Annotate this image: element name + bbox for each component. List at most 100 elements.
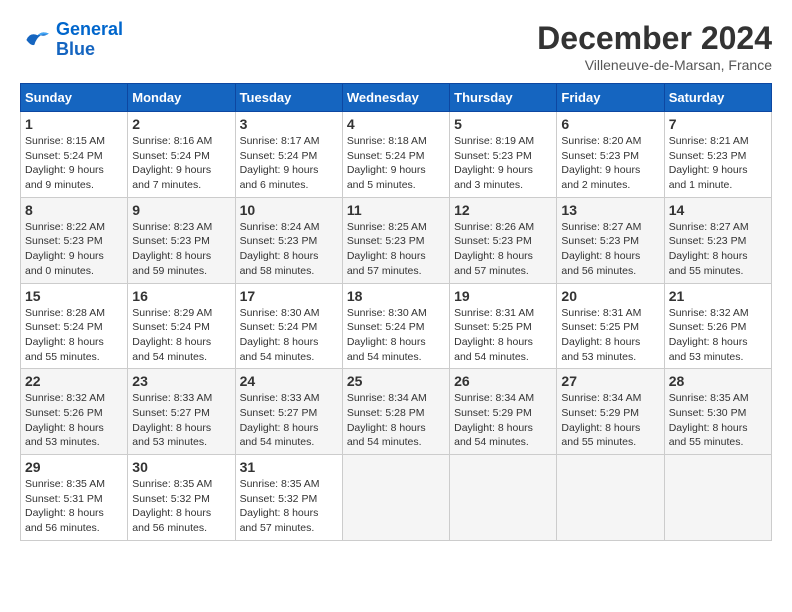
calendar-cell: 17 Sunrise: 8:30 AM Sunset: 5:24 PM Dayli… (235, 283, 342, 369)
day-number: 6 (561, 116, 659, 132)
day-info: Sunrise: 8:30 AM Sunset: 5:24 PM Dayligh… (240, 306, 338, 365)
calendar-cell: 20 Sunrise: 8:31 AM Sunset: 5:25 PM Dayli… (557, 283, 664, 369)
day-info: Sunrise: 8:35 AM Sunset: 5:30 PM Dayligh… (669, 391, 767, 450)
day-info: Sunrise: 8:30 AM Sunset: 5:24 PM Dayligh… (347, 306, 445, 365)
day-info: Sunrise: 8:17 AM Sunset: 5:24 PM Dayligh… (240, 134, 338, 193)
header-tuesday: Tuesday (235, 84, 342, 112)
calendar-cell (557, 455, 664, 541)
day-number: 15 (25, 288, 123, 304)
calendar-cell: 11 Sunrise: 8:25 AM Sunset: 5:23 PM Dayli… (342, 197, 449, 283)
calendar-week-5: 29 Sunrise: 8:35 AM Sunset: 5:31 PM Dayli… (21, 455, 772, 541)
logo-icon (20, 24, 52, 56)
day-number: 18 (347, 288, 445, 304)
calendar-cell: 2 Sunrise: 8:16 AM Sunset: 5:24 PM Daylig… (128, 112, 235, 198)
day-info: Sunrise: 8:33 AM Sunset: 5:27 PM Dayligh… (132, 391, 230, 450)
calendar-cell: 22 Sunrise: 8:32 AM Sunset: 5:26 PM Dayli… (21, 369, 128, 455)
logo-text: General Blue (56, 20, 123, 60)
day-number: 23 (132, 373, 230, 389)
logo: General Blue (20, 20, 123, 60)
day-number: 2 (132, 116, 230, 132)
calendar-cell: 25 Sunrise: 8:34 AM Sunset: 5:28 PM Dayli… (342, 369, 449, 455)
day-number: 20 (561, 288, 659, 304)
calendar-week-3: 15Sunrise: 8:28 AM Sunset: 5:24 PM Dayli… (21, 283, 772, 369)
day-info: Sunrise: 8:29 AM Sunset: 5:24 PM Dayligh… (132, 306, 230, 365)
day-info: Sunrise: 8:34 AM Sunset: 5:29 PM Dayligh… (454, 391, 552, 450)
day-info: Sunrise: 8:18 AM Sunset: 5:24 PM Dayligh… (347, 134, 445, 193)
day-info: Sunrise: 8:35 AM Sunset: 5:32 PM Dayligh… (132, 477, 230, 536)
day-info: Sunrise: 8:26 AM Sunset: 5:23 PM Dayligh… (454, 220, 552, 279)
day-number: 17 (240, 288, 338, 304)
day-number: 8 (25, 202, 123, 218)
day-info: Sunrise: 8:32 AM Sunset: 5:26 PM Dayligh… (669, 306, 767, 365)
header-thursday: Thursday (450, 84, 557, 112)
day-info: Sunrise: 8:35 AM Sunset: 5:31 PM Dayligh… (25, 477, 123, 536)
calendar-cell: 12 Sunrise: 8:26 AM Sunset: 5:23 PM Dayli… (450, 197, 557, 283)
day-info: Sunrise: 8:19 AM Sunset: 5:23 PM Dayligh… (454, 134, 552, 193)
day-number: 29 (25, 459, 123, 475)
calendar-cell: 7 Sunrise: 8:21 AM Sunset: 5:23 PM Daylig… (664, 112, 771, 198)
day-number: 1 (25, 116, 123, 132)
day-number: 11 (347, 202, 445, 218)
calendar-week-4: 22 Sunrise: 8:32 AM Sunset: 5:26 PM Dayli… (21, 369, 772, 455)
day-number: 19 (454, 288, 552, 304)
calendar-cell: 29 Sunrise: 8:35 AM Sunset: 5:31 PM Dayli… (21, 455, 128, 541)
header-wednesday: Wednesday (342, 84, 449, 112)
day-number: 27 (561, 373, 659, 389)
day-number: 7 (669, 116, 767, 132)
logo-line1: General (56, 19, 123, 39)
header-saturday: Saturday (664, 84, 771, 112)
day-info: Sunrise: 8:31 AM Sunset: 5:25 PM Dayligh… (561, 306, 659, 365)
calendar-cell: 6Sunrise: 8:20 AM Sunset: 5:23 PM Daylig… (557, 112, 664, 198)
logo-line2: Blue (56, 40, 123, 60)
day-number: 14 (669, 202, 767, 218)
calendar-cell: 14 Sunrise: 8:27 AM Sunset: 5:23 PM Dayli… (664, 197, 771, 283)
day-info: Sunrise: 8:32 AM Sunset: 5:26 PM Dayligh… (25, 391, 123, 450)
month-title: December 2024 (537, 20, 772, 57)
day-number: 25 (347, 373, 445, 389)
calendar-cell: 5 Sunrise: 8:19 AM Sunset: 5:23 PM Daylig… (450, 112, 557, 198)
calendar-cell: 16 Sunrise: 8:29 AM Sunset: 5:24 PM Dayli… (128, 283, 235, 369)
calendar-cell (450, 455, 557, 541)
day-number: 4 (347, 116, 445, 132)
calendar-body: 1 Sunrise: 8:15 AM Sunset: 5:24 PM Daylig… (21, 112, 772, 541)
day-info: Sunrise: 8:27 AM Sunset: 5:23 PM Dayligh… (669, 220, 767, 279)
calendar-table: SundayMondayTuesdayWednesdayThursdayFrid… (20, 83, 772, 541)
calendar-cell: 24Sunrise: 8:33 AM Sunset: 5:27 PM Dayli… (235, 369, 342, 455)
header-sunday: Sunday (21, 84, 128, 112)
calendar-cell: 10 Sunrise: 8:24 AM Sunset: 5:23 PM Dayli… (235, 197, 342, 283)
calendar-week-2: 8 Sunrise: 8:22 AM Sunset: 5:23 PM Daylig… (21, 197, 772, 283)
day-info: Sunrise: 8:27 AM Sunset: 5:23 PM Dayligh… (561, 220, 659, 279)
calendar-cell: 27Sunrise: 8:34 AM Sunset: 5:29 PM Dayli… (557, 369, 664, 455)
day-info: Sunrise: 8:21 AM Sunset: 5:23 PM Dayligh… (669, 134, 767, 193)
day-info: Sunrise: 8:35 AM Sunset: 5:32 PM Dayligh… (240, 477, 338, 536)
calendar-cell: 18 Sunrise: 8:30 AM Sunset: 5:24 PM Dayli… (342, 283, 449, 369)
calendar-week-1: 1 Sunrise: 8:15 AM Sunset: 5:24 PM Daylig… (21, 112, 772, 198)
day-number: 9 (132, 202, 230, 218)
calendar-cell: 3Sunrise: 8:17 AM Sunset: 5:24 PM Daylig… (235, 112, 342, 198)
day-info: Sunrise: 8:31 AM Sunset: 5:25 PM Dayligh… (454, 306, 552, 365)
header-monday: Monday (128, 84, 235, 112)
calendar-cell: 9Sunrise: 8:23 AM Sunset: 5:23 PM Daylig… (128, 197, 235, 283)
calendar-cell: 19 Sunrise: 8:31 AM Sunset: 5:25 PM Dayli… (450, 283, 557, 369)
calendar-cell (664, 455, 771, 541)
calendar-cell: 30Sunrise: 8:35 AM Sunset: 5:32 PM Dayli… (128, 455, 235, 541)
day-number: 28 (669, 373, 767, 389)
day-number: 16 (132, 288, 230, 304)
day-number: 13 (561, 202, 659, 218)
calendar-cell: 15Sunrise: 8:28 AM Sunset: 5:24 PM Dayli… (21, 283, 128, 369)
day-info: Sunrise: 8:22 AM Sunset: 5:23 PM Dayligh… (25, 220, 123, 279)
day-number: 5 (454, 116, 552, 132)
day-number: 22 (25, 373, 123, 389)
day-info: Sunrise: 8:34 AM Sunset: 5:28 PM Dayligh… (347, 391, 445, 450)
calendar-cell: 1 Sunrise: 8:15 AM Sunset: 5:24 PM Daylig… (21, 112, 128, 198)
day-info: Sunrise: 8:16 AM Sunset: 5:24 PM Dayligh… (132, 134, 230, 193)
day-info: Sunrise: 8:24 AM Sunset: 5:23 PM Dayligh… (240, 220, 338, 279)
day-number: 12 (454, 202, 552, 218)
day-number: 10 (240, 202, 338, 218)
day-info: Sunrise: 8:15 AM Sunset: 5:24 PM Dayligh… (25, 134, 123, 193)
calendar-cell: 26 Sunrise: 8:34 AM Sunset: 5:29 PM Dayli… (450, 369, 557, 455)
day-info: Sunrise: 8:25 AM Sunset: 5:23 PM Dayligh… (347, 220, 445, 279)
calendar-header-row: SundayMondayTuesdayWednesdayThursdayFrid… (21, 84, 772, 112)
day-number: 26 (454, 373, 552, 389)
calendar-cell: 4 Sunrise: 8:18 AM Sunset: 5:24 PM Daylig… (342, 112, 449, 198)
